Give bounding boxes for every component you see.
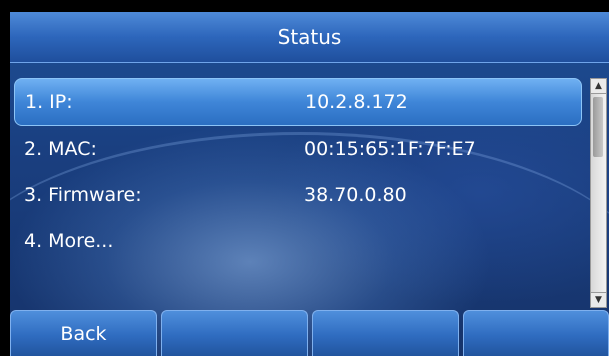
scroll-thumb[interactable] [593, 97, 603, 157]
softkey-label: Back [60, 322, 107, 345]
softkey-back[interactable]: Back [10, 310, 157, 356]
scroll-down-icon[interactable]: ▼ [591, 292, 606, 307]
softkey-bar: Back [10, 310, 609, 356]
list-item-more[interactable]: 4. More... [14, 218, 582, 264]
item-label: 3. Firmware: [24, 184, 142, 206]
page-title: Status [277, 25, 342, 49]
list-item-firmware[interactable]: 3. Firmware: 38.70.0.80 [14, 172, 582, 218]
item-value: 38.70.0.80 [304, 184, 407, 206]
softkey-3[interactable] [312, 310, 459, 356]
item-value: 00:15:65:1F:7F:E7 [304, 138, 476, 160]
status-list: 1. IP: 10.2.8.172 2. MAC: 00:15:65:1F:7F… [14, 78, 582, 264]
phone-screen: Status 1. IP: 10.2.8.172 2. MAC: 00:15:6… [10, 12, 609, 356]
softkey-2[interactable] [161, 310, 308, 356]
scrollbar[interactable]: ▲ ▼ [590, 78, 607, 308]
softkey-4[interactable] [463, 310, 609, 356]
item-label: 1. IP: [25, 91, 73, 113]
list-item-mac[interactable]: 2. MAC: 00:15:65:1F:7F:E7 [14, 126, 582, 172]
list-item-ip[interactable]: 1. IP: 10.2.8.172 [14, 78, 582, 126]
item-label: 4. More... [24, 230, 114, 252]
item-value: 10.2.8.172 [305, 91, 408, 113]
item-label: 2. MAC: [24, 138, 97, 160]
title-bar: Status [10, 12, 609, 63]
scroll-up-icon[interactable]: ▲ [591, 79, 606, 94]
